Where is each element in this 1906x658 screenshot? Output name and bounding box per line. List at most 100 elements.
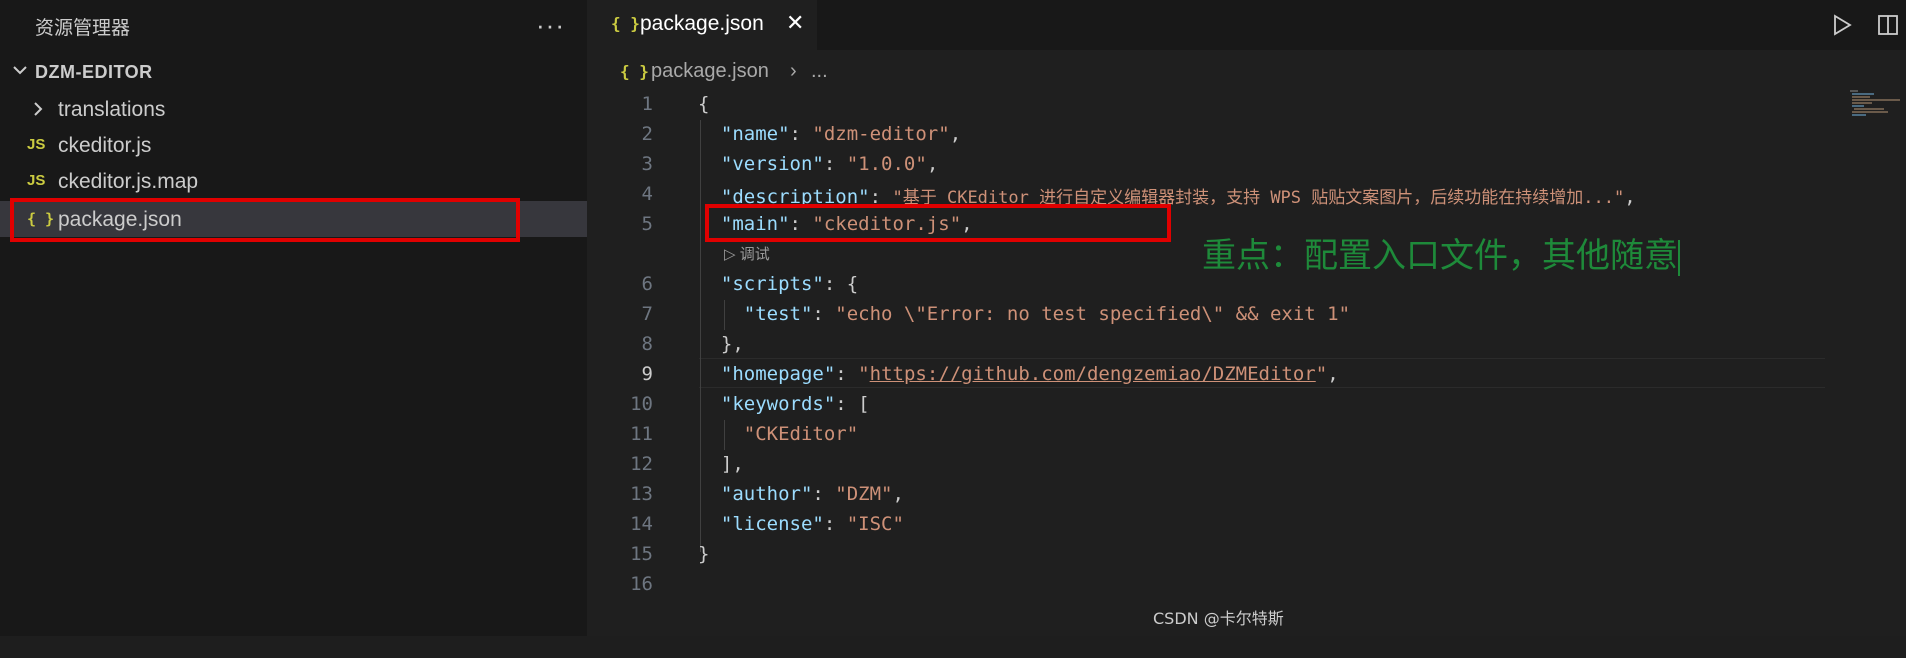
code-line: 7 "test": "echo \"Error: no test specifi… [587,300,1906,330]
line-number: 4 [641,183,653,205]
tree-file-ckeditor-js[interactable]: JS ckeditor.js [0,127,587,163]
chevron-down-icon [13,66,27,75]
code-line: 8 }, [587,330,1906,360]
tree-item-label: ckeditor.js.map [58,170,199,193]
json-key: "author" [720,483,813,505]
json-colon: : [823,153,847,175]
json-brace: { [846,273,859,295]
code-line: 12 ], [587,450,1906,480]
code-line: 2 "name": "dzm-editor", [587,120,1906,150]
json-colon: : [812,483,836,505]
chevron-right-icon [34,102,43,116]
annotation-text: 重点：配置入口文件，其他随意 [1202,228,1680,277]
line-number: 11 [630,423,653,445]
code-line: 16 [587,570,1906,600]
line-number: 10 [630,393,653,415]
json-value: "dzm-editor" [812,123,950,145]
more-actions-icon[interactable]: ··· [536,10,565,41]
minimap-line [1852,105,1864,107]
json-key: "version" [720,153,824,175]
json-key: "homepage" [720,363,836,385]
line-number: 3 [641,153,653,175]
line-number: 5 [641,213,653,235]
json-comma: , [949,123,962,145]
json-colon: : [835,363,859,385]
code-line: 15 } [587,540,1906,570]
annotation-label: 重点：配置入口文件，其他随意 [1202,236,1678,276]
json-comma: , [1624,186,1636,208]
line-number: 12 [630,453,653,475]
minimap-line [1852,99,1900,101]
highlight-box-sidebar [10,198,520,242]
line-number: 13 [630,483,653,505]
json-value: "CKEditor" [743,423,859,445]
code-line: 14 "license": "ISC" [587,510,1906,540]
line-number: 6 [641,273,653,295]
json-key: "keywords" [720,393,836,415]
line-number: 7 [641,303,653,325]
sidebar-header: 资源管理器 ··· [0,0,587,50]
tree-item-label: translations [58,98,166,121]
js-file-icon: JS [27,172,46,189]
json-key: "license" [720,513,824,535]
project-title: DZM-EDITOR [35,62,153,82]
code-line: 3 "version": "1.0.0", [587,150,1906,180]
editor-area: { } package.json ✕ { } package.json › ..… [587,0,1906,636]
json-colon: : [823,273,847,295]
code-text: } [698,543,710,565]
json-comma: , [926,153,939,175]
code-line: 13 "author": "DZM", [587,480,1906,510]
highlight-box-main [705,204,1171,242]
line-number: 8 [641,333,653,355]
json-value: "1.0.0" [846,153,927,175]
json-value: "DZM" [835,483,893,505]
json-colon: : [789,123,813,145]
line-number: 15 [630,543,653,565]
minimap[interactable] [1850,90,1900,120]
json-value: "echo \"Error: no test specified\" && ex… [835,303,1351,325]
code-line: 10 "keywords": [ [587,390,1906,420]
minimap-line [1852,114,1866,116]
json-value-quote: " [1315,363,1328,385]
line-number: 9 [641,363,653,385]
tree-item-label: ckeditor.js [58,134,152,157]
code-editor[interactable]: 1 { 2 "name": "dzm-editor", 3 "version":… [587,0,1906,636]
line-number: 14 [630,513,653,535]
code-line: 11 "CKEditor" [587,420,1906,450]
tree-file-ckeditor-js-map[interactable]: JS ckeditor.js.map [0,163,587,199]
watermark: CSDN @卡尔特斯 [1153,609,1284,628]
json-comma: , [1327,363,1339,385]
minimap-line [1850,90,1858,92]
sidebar-title: 资源管理器 [35,18,131,39]
json-colon: : [812,303,836,325]
code-text: ], [720,453,744,475]
line-number: 2 [641,123,653,145]
minimap-line [1852,111,1888,113]
line-number: 1 [641,93,653,115]
json-colon: : [823,513,847,535]
tree-folder-translations[interactable]: translations [0,91,587,127]
explorer-sidebar: 资源管理器 ··· DZM-EDITOR translations JS cke… [0,0,587,636]
minimap-line [1852,96,1870,98]
line-number: 16 [630,573,653,595]
js-file-icon: JS [27,136,46,153]
minimap-line [1852,102,1872,104]
text-caret [1678,239,1680,276]
json-key: "test" [743,303,813,325]
minimap-line [1854,108,1884,110]
code-line: 1 { [587,90,1906,120]
debug-codelens[interactable]: ▷ 调试 [724,243,770,264]
project-section-header[interactable]: DZM-EDITOR [0,58,587,88]
json-key: "name" [720,123,790,145]
minimap-line [1852,93,1874,95]
json-colon: : [835,393,859,415]
code-text: }, [720,333,744,355]
code-text: { [698,93,710,115]
homepage-link[interactable]: https://github.com/dengzemiao/DZMEditor [870,363,1316,385]
json-bracket: [ [858,393,870,415]
json-value-quote: " [858,363,870,385]
json-comma: , [892,483,904,505]
code-line: 9 "homepage": "https://github.com/dengze… [587,360,1906,390]
json-key: "scripts" [720,273,824,295]
json-value: "ISC" [846,513,904,535]
